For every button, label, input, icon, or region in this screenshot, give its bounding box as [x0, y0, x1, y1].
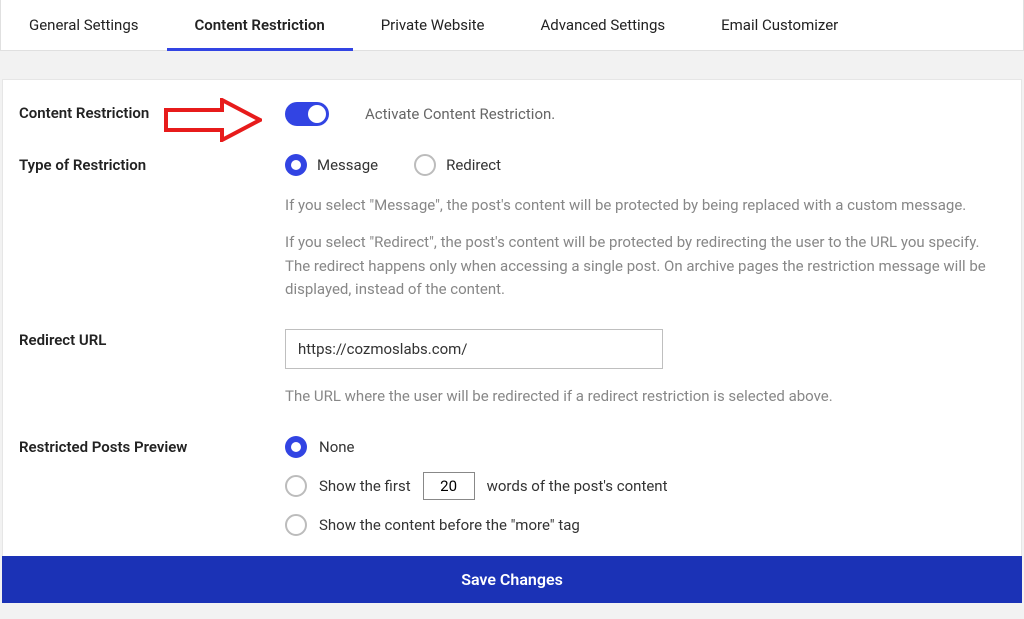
radio-icon	[285, 514, 307, 536]
radio-redirect[interactable]: Redirect	[414, 154, 501, 176]
radio-icon	[285, 154, 307, 176]
toggle-desc: Activate Content Restriction.	[365, 105, 555, 123]
row-content-restriction: Content Restriction Activate Content Res…	[19, 102, 1005, 126]
radio-message[interactable]: Message	[285, 154, 378, 176]
row-restricted-posts-preview: Restricted Posts Preview None Show the f…	[19, 436, 1005, 536]
radio-icon	[285, 475, 307, 497]
row-type-of-restriction: Type of Restriction Message Redirect If …	[19, 154, 1005, 301]
tab-content-restriction[interactable]: Content Restriction	[167, 0, 353, 50]
radio-preview-more-tag[interactable]: Show the content before the "more" tag	[285, 514, 1005, 536]
label-restricted-posts-preview: Restricted Posts Preview	[19, 436, 285, 456]
toggle-activate-content-restriction[interactable]	[285, 102, 329, 126]
input-preview-word-count[interactable]	[423, 472, 475, 500]
radio-icon	[414, 154, 436, 176]
type-help-1: If you select "Message", the post's cont…	[285, 194, 1005, 217]
radio-message-label: Message	[317, 156, 378, 174]
label-type-of-restriction: Type of Restriction	[19, 154, 285, 174]
tab-private-website[interactable]: Private Website	[353, 0, 513, 50]
radio-icon	[285, 436, 307, 458]
radio-preview-first-words[interactable]: Show the first words of the post's conte…	[285, 472, 1005, 500]
preview-first-pre: Show the first	[319, 477, 411, 495]
label-content-restriction: Content Restriction	[19, 102, 285, 122]
tabs-bar: General Settings Content Restriction Pri…	[0, 0, 1024, 51]
tab-general-settings[interactable]: General Settings	[1, 0, 167, 50]
tab-advanced-settings[interactable]: Advanced Settings	[513, 0, 694, 50]
input-redirect-url[interactable]	[285, 329, 663, 369]
label-redirect-url: Redirect URL	[19, 329, 285, 349]
tab-email-customizer[interactable]: Email Customizer	[693, 0, 866, 50]
save-changes-button[interactable]: Save Changes	[2, 556, 1022, 603]
radio-redirect-label: Redirect	[446, 156, 501, 174]
preview-more-label: Show the content before the "more" tag	[319, 516, 580, 534]
redirect-help: The URL where the user will be redirecte…	[285, 385, 1005, 408]
settings-panel: Content Restriction Activate Content Res…	[2, 79, 1022, 557]
row-redirect-url: Redirect URL The URL where the user will…	[19, 329, 1005, 408]
radio-none-label: None	[319, 438, 355, 456]
type-help-2: If you select "Redirect", the post's con…	[285, 231, 1005, 301]
preview-first-post: words of the post's content	[487, 477, 668, 495]
radio-preview-none[interactable]: None	[285, 436, 1005, 458]
